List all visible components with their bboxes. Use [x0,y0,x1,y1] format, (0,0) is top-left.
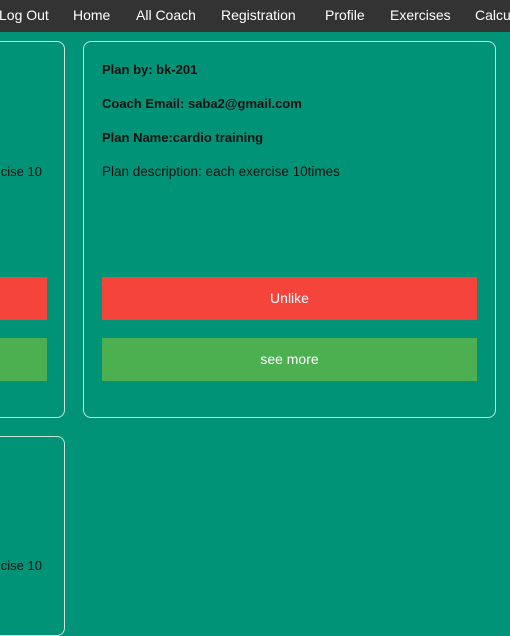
top-navbar: Log Out Home All Coach Registration Prof… [0,0,510,32]
unlike-button[interactable]: Unlike [102,277,477,320]
plan-description: Plan description: each exercise 10times [102,164,340,179]
nav-calculator[interactable]: Calcu [475,0,510,32]
nav-profile[interactable]: Profile [325,0,365,32]
plan-card-left-top: cise 10 [0,41,65,418]
plan-description-fragment: cise 10 [0,164,42,179]
coach-email: Coach Email: saba2@gmail.com [102,96,302,111]
nav-all-coach[interactable]: All Coach [136,0,196,32]
nav-logout[interactable]: Log Out [0,0,49,32]
nav-registration[interactable]: Registration [221,0,296,32]
unlike-button-left[interactable] [0,277,47,320]
plan-name: Plan Name:cardio training [102,130,264,145]
plan-description-fragment: cise 10 [0,558,42,573]
see-more-button-left[interactable] [0,338,47,381]
plan-by: Plan by: bk-201 [102,62,198,77]
plan-card: Plan by: bk-201 Coach Email: saba2@gmail… [83,41,496,418]
see-more-button[interactable]: see more [102,338,477,381]
plan-card-left-bottom: cise 10 [0,436,65,636]
nav-home[interactable]: Home [73,0,110,32]
nav-exercises[interactable]: Exercises [390,0,451,32]
